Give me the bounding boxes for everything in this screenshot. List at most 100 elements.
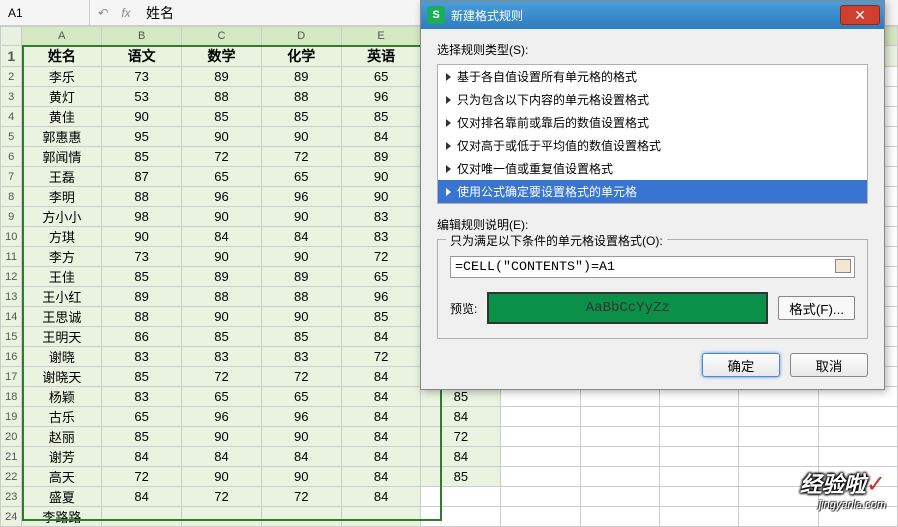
cell[interactable]: 73 xyxy=(102,247,182,267)
cell[interactable]: 90 xyxy=(261,307,341,327)
cell[interactable]: 84 xyxy=(341,447,421,467)
cell[interactable]: 谢晓天 xyxy=(22,367,102,387)
cell[interactable] xyxy=(501,467,580,487)
cell[interactable]: 83 xyxy=(102,387,182,407)
cell[interactable] xyxy=(580,427,659,447)
row-header[interactable]: 12 xyxy=(1,267,22,287)
cell[interactable] xyxy=(818,447,897,467)
row-header[interactable]: 15 xyxy=(1,327,22,347)
rule-type-item[interactable]: 基于各自值设置所有单元格的格式 xyxy=(438,65,867,88)
cell[interactable]: 90 xyxy=(182,207,262,227)
cell[interactable]: 方小小 xyxy=(22,207,102,227)
cell[interactable] xyxy=(421,507,501,527)
cell[interactable]: 84 xyxy=(421,447,501,467)
cell[interactable]: 90 xyxy=(261,207,341,227)
row-header[interactable]: 20 xyxy=(1,427,22,447)
cell[interactable]: 85 xyxy=(261,327,341,347)
cell[interactable]: 83 xyxy=(341,207,421,227)
cell[interactable]: 90 xyxy=(261,427,341,447)
cell[interactable]: 96 xyxy=(182,407,262,427)
row-header[interactable]: 24 xyxy=(1,507,22,527)
row-header[interactable]: 2 xyxy=(1,67,22,87)
row-header[interactable]: 16 xyxy=(1,347,22,367)
cell[interactable]: 盛夏 xyxy=(22,487,102,507)
cell[interactable] xyxy=(580,487,659,507)
cell[interactable]: 李路路 xyxy=(22,507,102,527)
cell[interactable]: 65 xyxy=(261,167,341,187)
corner-cell[interactable] xyxy=(1,27,22,46)
formula-value[interactable]: 姓名 xyxy=(138,3,174,23)
cell[interactable]: 姓名 xyxy=(22,46,102,67)
cell[interactable]: 85 xyxy=(341,107,421,127)
cell[interactable]: 90 xyxy=(182,427,262,447)
cell[interactable]: 李明 xyxy=(22,187,102,207)
row-header[interactable]: 23 xyxy=(1,487,22,507)
cell[interactable]: 85 xyxy=(261,107,341,127)
row-header[interactable]: 14 xyxy=(1,307,22,327)
cell[interactable]: 古乐 xyxy=(22,407,102,427)
cell[interactable]: 89 xyxy=(102,287,182,307)
cell[interactable]: 85 xyxy=(102,427,182,447)
cell[interactable]: 72 xyxy=(182,367,262,387)
cell[interactable]: 83 xyxy=(102,347,182,367)
cell[interactable]: 84 xyxy=(102,487,182,507)
row-header[interactable]: 19 xyxy=(1,407,22,427)
cell[interactable]: 72 xyxy=(261,367,341,387)
cell[interactable]: 88 xyxy=(102,307,182,327)
cell[interactable]: 85 xyxy=(182,327,262,347)
cell[interactable]: 96 xyxy=(182,187,262,207)
column-header[interactable]: D xyxy=(261,27,341,46)
cell[interactable] xyxy=(739,447,818,467)
cell[interactable]: 88 xyxy=(182,287,262,307)
cell[interactable]: 杨颖 xyxy=(22,387,102,407)
cell[interactable]: 83 xyxy=(341,227,421,247)
cell[interactable] xyxy=(580,447,659,467)
cancel-button[interactable]: 取消 xyxy=(790,353,868,377)
cell[interactable]: 84 xyxy=(341,467,421,487)
cell[interactable] xyxy=(660,507,739,527)
cell[interactable]: 86 xyxy=(102,327,182,347)
cell[interactable]: 化学 xyxy=(261,46,341,67)
cell[interactable] xyxy=(341,507,421,527)
cell[interactable] xyxy=(739,407,818,427)
close-icon[interactable]: ✕ xyxy=(840,5,880,25)
cell[interactable] xyxy=(660,447,739,467)
row-header[interactable]: 17 xyxy=(1,367,22,387)
cell[interactable]: 90 xyxy=(182,247,262,267)
cell[interactable]: 65 xyxy=(261,387,341,407)
cell[interactable]: 88 xyxy=(102,187,182,207)
cell[interactable]: 88 xyxy=(261,287,341,307)
cell[interactable] xyxy=(580,507,659,527)
cell[interactable]: 英语 xyxy=(341,46,421,67)
row-header[interactable]: 21 xyxy=(1,447,22,467)
cell[interactable] xyxy=(818,407,897,427)
cell[interactable]: 87 xyxy=(102,167,182,187)
cell[interactable]: 郭惠惠 xyxy=(22,127,102,147)
cell[interactable] xyxy=(501,447,580,467)
cell[interactable] xyxy=(102,507,182,527)
row-header[interactable]: 9 xyxy=(1,207,22,227)
cell[interactable] xyxy=(501,487,580,507)
cell[interactable]: 90 xyxy=(261,467,341,487)
row-header[interactable]: 1 xyxy=(1,46,22,67)
cell[interactable]: 83 xyxy=(182,347,262,367)
cell[interactable]: 65 xyxy=(182,387,262,407)
cell[interactable] xyxy=(818,427,897,447)
row-header[interactable]: 3 xyxy=(1,87,22,107)
cell[interactable] xyxy=(501,507,580,527)
cell[interactable]: 89 xyxy=(261,67,341,87)
dialog-titlebar[interactable]: S 新建格式规则 ✕ xyxy=(421,1,884,29)
cell[interactable] xyxy=(501,407,580,427)
cell[interactable]: 72 xyxy=(182,147,262,167)
cell[interactable]: 73 xyxy=(102,67,182,87)
cell[interactable]: 72 xyxy=(341,347,421,367)
cell[interactable]: 65 xyxy=(182,167,262,187)
cell[interactable]: 84 xyxy=(341,327,421,347)
column-header[interactable]: E xyxy=(341,27,421,46)
cell[interactable]: 85 xyxy=(102,147,182,167)
format-button[interactable]: 格式(F)... xyxy=(778,296,855,320)
cell[interactable]: 96 xyxy=(261,407,341,427)
column-header[interactable]: A xyxy=(22,27,102,46)
cell[interactable]: 83 xyxy=(261,347,341,367)
row-header[interactable]: 22 xyxy=(1,467,22,487)
